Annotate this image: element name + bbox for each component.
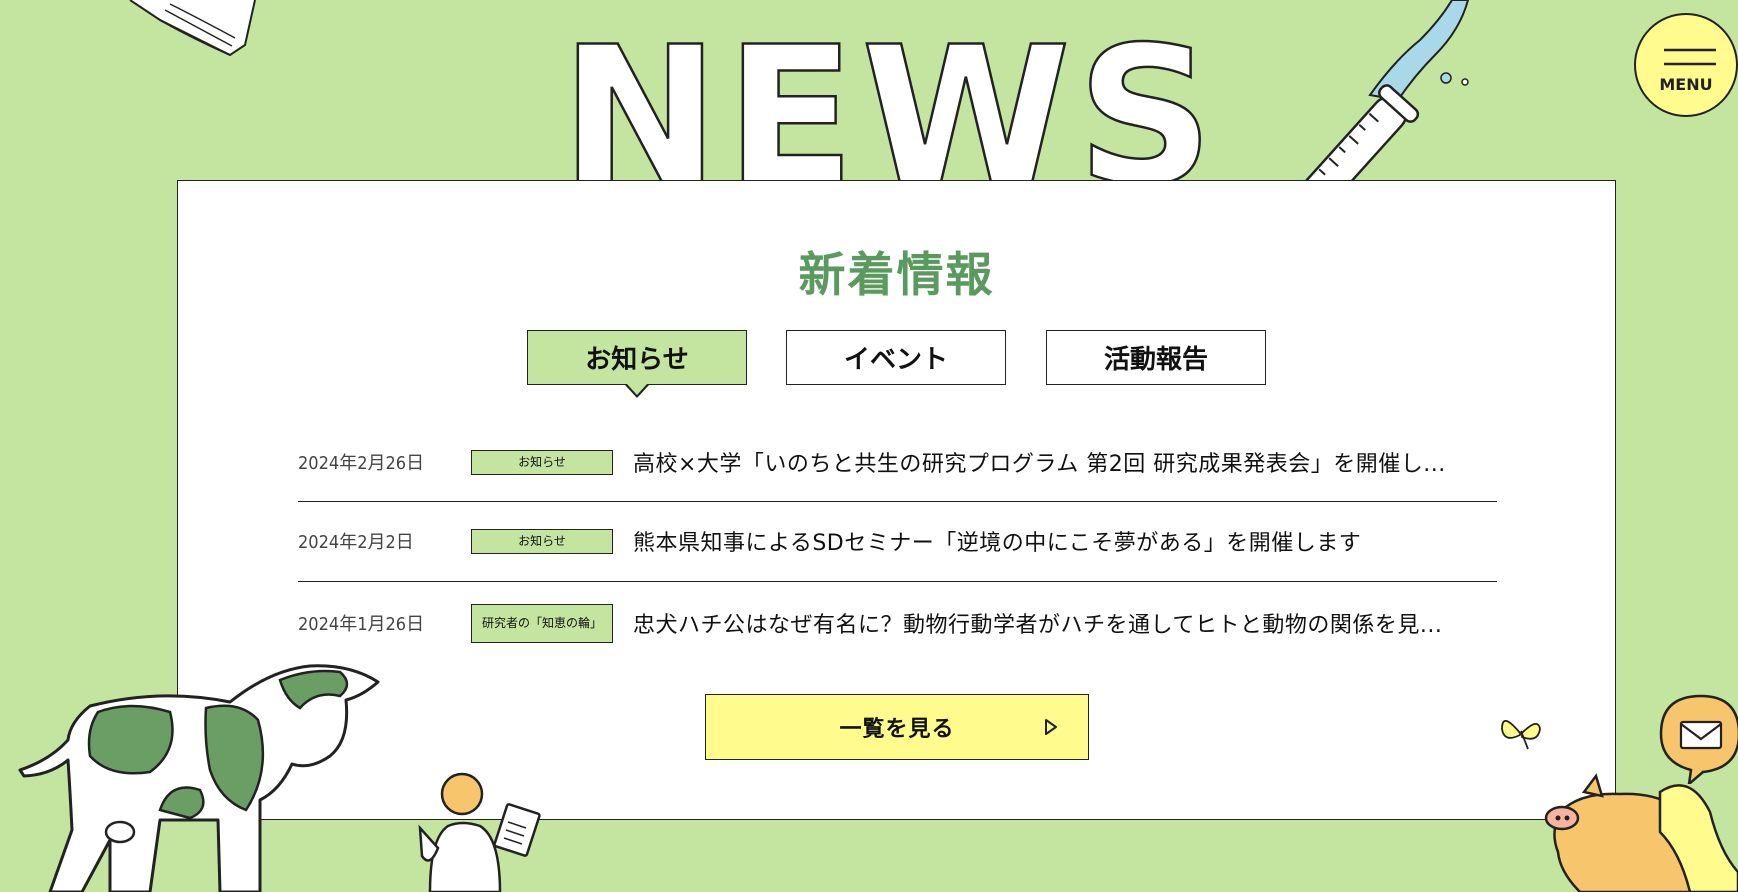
news-item[interactable]: 2024年1月26日 研究者の「知恵の輪」 忠犬ハチ公はなぜ有名に？動物行動学者…: [298, 581, 1497, 665]
play-triangle-icon: [1045, 719, 1057, 735]
tab-notices[interactable]: お知らせ: [527, 330, 747, 385]
tab-events[interactable]: イベント: [786, 330, 1006, 385]
news-item[interactable]: 2024年2月2日 お知らせ 熊本県知事によるSDセミナー「逆境の中にこそ夢があ…: [298, 501, 1497, 582]
butterfly-illustration: [1501, 720, 1541, 750]
news-date: 2024年2月2日: [298, 532, 414, 553]
news-title[interactable]: 忠犬ハチ公はなぜ有名に？動物行動学者がハチを通してヒトと動物の関係を見...: [633, 607, 1497, 639]
news-date: 2024年1月26日: [298, 614, 425, 635]
news-item[interactable]: 2024年2月26日 お知らせ 高校×大学「いのちと共生の研究プログラム 第2回…: [298, 423, 1497, 502]
svg-text:NEWS: NEWS: [570, 20, 1210, 190]
pig-illustration: [1544, 773, 1738, 892]
panel-title: 新着情報: [798, 248, 995, 303]
news-title[interactable]: 高校×大学「いのちと共生の研究プログラム 第2回 研究成果発表会」を開催し...: [633, 446, 1497, 478]
hamburger-icon: [1664, 48, 1716, 66]
view-all-button[interactable]: 一覧を見る: [705, 694, 1089, 760]
category-badge: お知らせ: [471, 449, 613, 475]
menu-label: MENU: [1659, 75, 1713, 94]
mail-button[interactable]: [1659, 694, 1738, 784]
news-panel: 新着情報 お知らせ イベント 活動報告 2024年2月26日 お知らせ 高校×大…: [177, 180, 1616, 820]
view-all-label: 一覧を見る: [839, 717, 955, 742]
menu-button[interactable]: MENU: [1634, 13, 1738, 117]
researcher-illustration: [418, 772, 541, 892]
cow-illustration: [18, 664, 380, 892]
tab-activity-reports[interactable]: 活動報告: [1046, 330, 1266, 385]
mail-icon: [1679, 720, 1723, 750]
category-badge: お知らせ: [471, 528, 613, 554]
news-title[interactable]: 熊本県知事によるSDセミナー「逆境の中にこそ夢がある」を開催します: [633, 525, 1497, 557]
news-heading: NEWS: [570, 20, 1210, 190]
news-date: 2024年2月26日: [298, 453, 425, 474]
category-badge: 研究者の「知恵の輪」: [471, 603, 613, 643]
book-illustration: [129, 0, 256, 57]
